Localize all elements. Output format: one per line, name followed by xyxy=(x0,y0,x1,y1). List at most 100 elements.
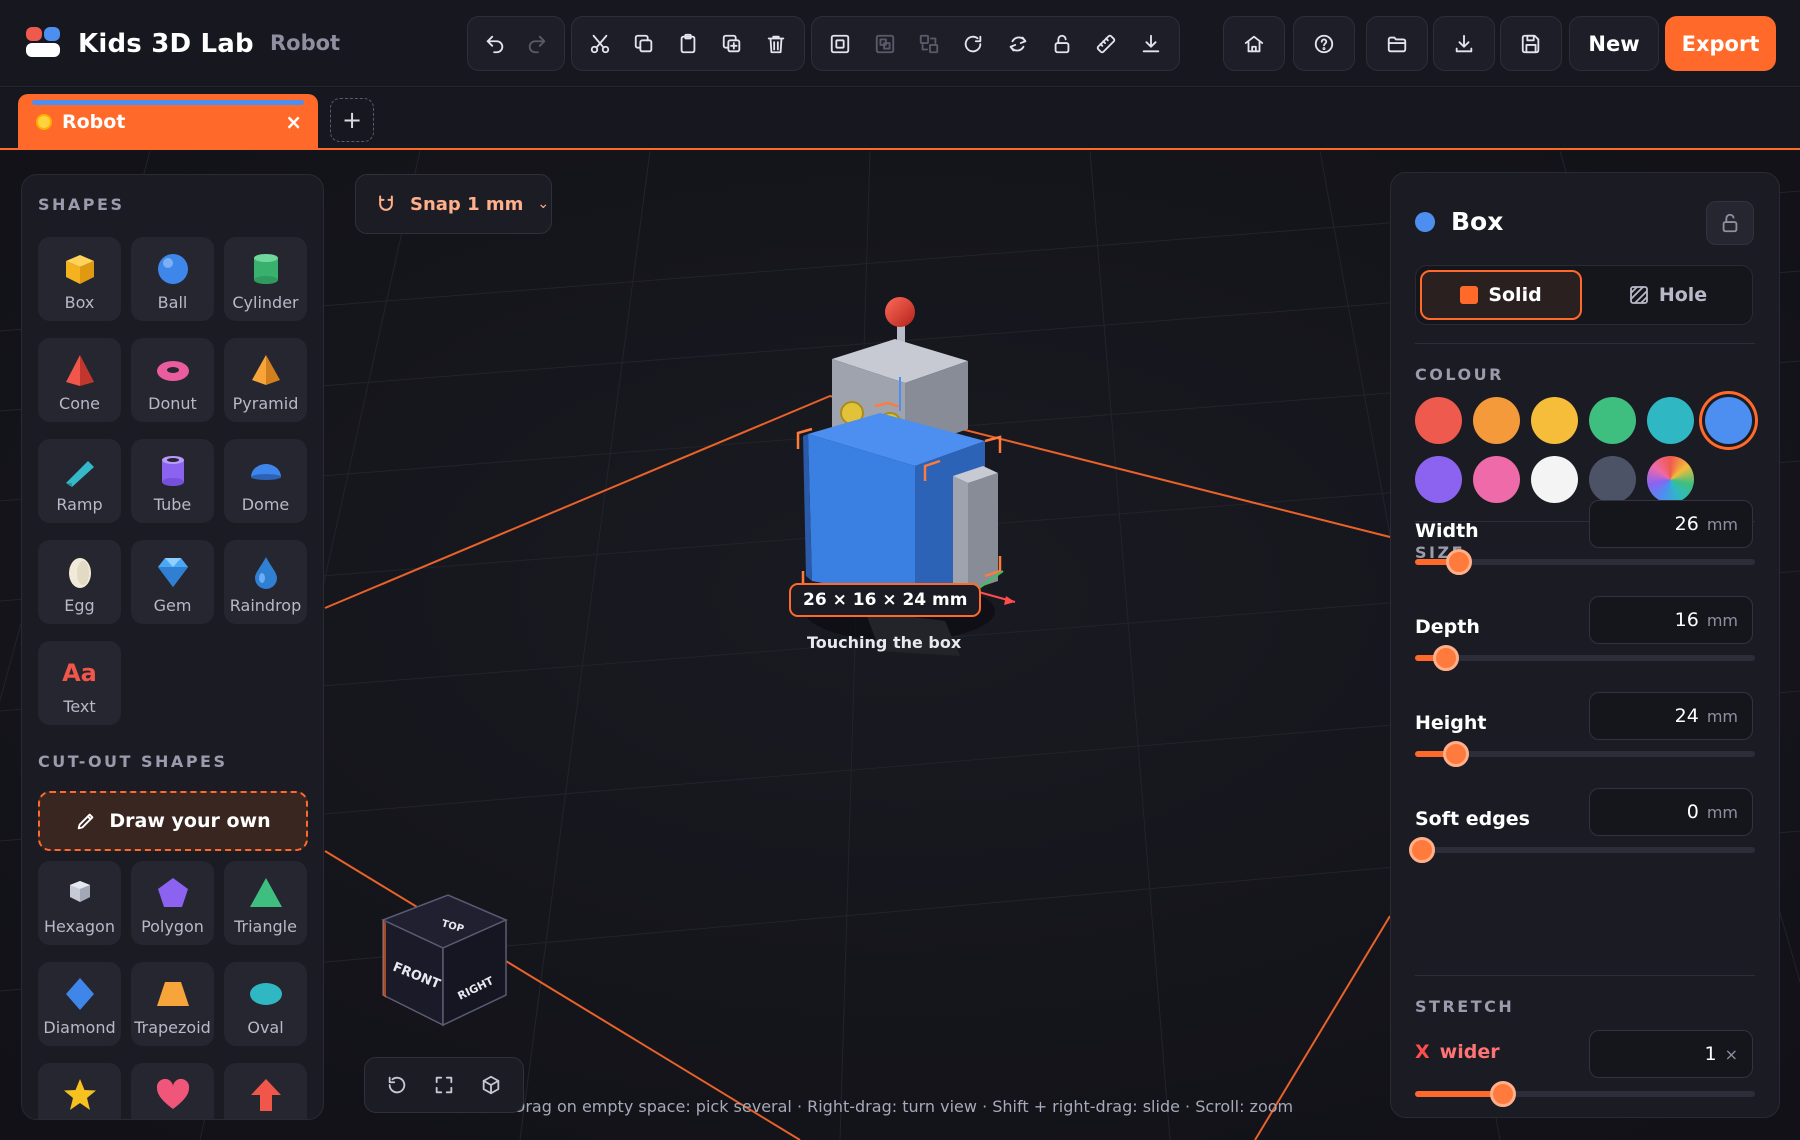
shape-ball[interactable]: Ball xyxy=(131,237,214,321)
colour-swatch[interactable] xyxy=(1705,397,1752,444)
tab-robot[interactable]: Robot × xyxy=(18,94,318,150)
cutout-diamond[interactable]: Diamond xyxy=(38,962,121,1046)
width-slider[interactable] xyxy=(1415,549,1755,575)
tab-close-button[interactable]: × xyxy=(285,110,302,134)
colour-swatch[interactable] xyxy=(1415,456,1462,503)
reset-view-button[interactable] xyxy=(380,1068,414,1102)
cube-icon xyxy=(483,1075,500,1095)
trapezoid-icon xyxy=(156,982,189,1006)
width-input[interactable]: 26 mm xyxy=(1589,500,1753,548)
prop-label: Soft edges xyxy=(1415,808,1530,830)
help-button[interactable] xyxy=(1293,16,1355,71)
shape-egg[interactable]: Egg xyxy=(38,540,121,624)
cut-button[interactable] xyxy=(578,21,622,66)
slider-knob[interactable] xyxy=(1432,645,1459,671)
oval-icon xyxy=(249,983,282,1005)
donut-icon xyxy=(156,361,189,381)
polygon-icon xyxy=(157,878,188,907)
shape-cylinder[interactable]: Cylinder xyxy=(224,237,307,321)
cutout-arrow[interactable] xyxy=(224,1063,307,1119)
height-slider[interactable] xyxy=(1415,741,1755,767)
dimensions-badge: 26 × 16 × 24 mm xyxy=(789,583,982,617)
colour-swatch[interactable] xyxy=(1415,397,1462,444)
shape-raindrop[interactable]: Raindrop xyxy=(224,540,307,624)
shape-pyramid[interactable]: Pyramid xyxy=(224,338,307,422)
colour-swatch[interactable] xyxy=(1589,456,1636,503)
cutout-polygon[interactable]: Polygon xyxy=(131,861,214,945)
solid-icon xyxy=(1460,286,1479,304)
align-button[interactable] xyxy=(907,21,951,66)
shape-box[interactable]: Box xyxy=(38,237,121,321)
import-button[interactable] xyxy=(1433,16,1495,71)
colour-swatch[interactable] xyxy=(1473,397,1520,444)
slider-knob[interactable] xyxy=(1490,1081,1517,1107)
ramp-icon xyxy=(65,461,94,487)
redo-button[interactable] xyxy=(516,21,558,66)
hole-button[interactable]: Hole xyxy=(1588,270,1748,320)
height-input[interactable]: 24 mm xyxy=(1589,692,1753,740)
shape-gem[interactable]: Gem xyxy=(131,540,214,624)
draw-your-own-button[interactable]: Draw your own xyxy=(38,791,308,851)
triangle-icon xyxy=(249,878,282,907)
cutout-hexagon[interactable]: Hexagon xyxy=(38,861,121,945)
cutout-triangle[interactable]: Triangle xyxy=(224,861,307,945)
prop-label: Depth xyxy=(1415,616,1480,638)
new-button[interactable]: New xyxy=(1569,16,1659,71)
solid-button[interactable]: Solid xyxy=(1420,270,1582,320)
add-tab-button[interactable]: + xyxy=(330,98,374,142)
ruler-button[interactable] xyxy=(1084,21,1128,66)
project-name[interactable]: Robot xyxy=(270,31,340,55)
cutout-star[interactable] xyxy=(38,1063,121,1119)
colour-swatch[interactable] xyxy=(1531,456,1578,503)
snap-dropdown[interactable]: Snap 1 mm ⌄ xyxy=(355,174,552,234)
view-cube[interactable]: TOP FRONT RIGHT xyxy=(378,890,508,1030)
depth-slider[interactable] xyxy=(1415,645,1755,671)
fit-view-button[interactable] xyxy=(427,1068,461,1102)
slider-knob[interactable] xyxy=(1442,741,1469,767)
shape-tube[interactable]: Tube xyxy=(131,439,214,523)
soft-edges-slider[interactable] xyxy=(1408,837,1755,863)
duplicate-button[interactable] xyxy=(710,21,754,66)
custom-colour-swatch[interactable] xyxy=(1647,456,1694,503)
delete-button[interactable] xyxy=(754,21,798,66)
open-button[interactable] xyxy=(1366,16,1428,71)
export-button[interactable]: Export xyxy=(1665,16,1776,71)
soft-edges-input[interactable]: 0 mm xyxy=(1589,788,1753,836)
cutout-title: CUT-OUT SHAPES xyxy=(38,752,228,771)
stretch-x-input[interactable]: 1 × xyxy=(1589,1030,1753,1078)
cutout-heart[interactable] xyxy=(131,1063,214,1119)
shape-text[interactable]: Aa Text xyxy=(38,641,121,725)
stretch-name: wider xyxy=(1439,1041,1500,1063)
save-button[interactable] xyxy=(1500,16,1562,71)
cutout-oval[interactable]: Oval xyxy=(224,962,307,1046)
shape-dome[interactable]: Dome xyxy=(224,439,307,523)
copy-button[interactable] xyxy=(622,21,666,66)
undo-button[interactable] xyxy=(474,21,516,66)
slider-knob[interactable] xyxy=(1446,549,1473,575)
paste-button[interactable] xyxy=(666,21,710,66)
shape-ramp[interactable]: Ramp xyxy=(38,439,121,523)
colour-swatch[interactable] xyxy=(1473,456,1520,503)
home-button[interactable] xyxy=(1223,16,1285,71)
lock-button[interactable] xyxy=(1706,201,1754,245)
drop-to-floor-button[interactable] xyxy=(1129,21,1173,66)
perspective-button[interactable] xyxy=(474,1068,508,1102)
selection-title[interactable]: Box xyxy=(1451,207,1503,236)
shape-donut[interactable]: Donut xyxy=(131,338,214,422)
home-icon xyxy=(1244,35,1264,52)
unlock-button[interactable] xyxy=(1040,21,1084,66)
flip-button[interactable] xyxy=(996,21,1040,66)
cutout-trapezoid[interactable]: Trapezoid xyxy=(131,962,214,1046)
slider-knob[interactable] xyxy=(1408,837,1435,863)
group-button[interactable] xyxy=(818,21,862,66)
colour-swatch[interactable] xyxy=(1589,397,1636,444)
colour-swatch[interactable] xyxy=(1647,397,1694,444)
depth-input[interactable]: 16 mm xyxy=(1589,596,1753,644)
shape-cone[interactable]: Cone xyxy=(38,338,121,422)
rotate-button[interactable] xyxy=(951,21,995,66)
ungroup-button[interactable] xyxy=(862,21,906,66)
import-icon xyxy=(1455,34,1473,52)
stretch-x-slider[interactable] xyxy=(1415,1081,1755,1107)
colour-swatch[interactable] xyxy=(1531,397,1578,444)
colour-swatches xyxy=(1415,397,1752,503)
